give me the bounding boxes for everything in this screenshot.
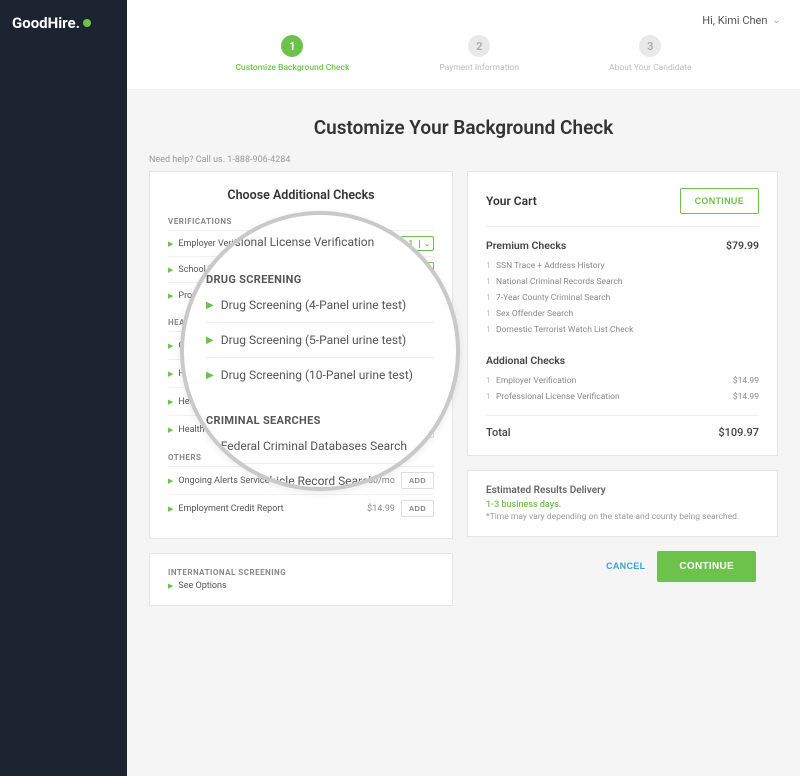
triangle-right-icon: ▶	[168, 266, 173, 274]
cart-item: Employer Verification$14.99	[486, 373, 759, 389]
triangle-right-icon: ▶	[168, 370, 173, 378]
cancel-button[interactable]: CANCEL	[606, 561, 645, 571]
step-number-icon: 1	[281, 35, 303, 57]
cart-item: National Criminal Records Search	[486, 274, 759, 290]
mag-crim-row[interactable]: ▶Federal Criminal Databases Search	[206, 429, 434, 464]
cart-item: Professional License Verification$14.99	[486, 389, 759, 405]
step-label: About Your Candidate	[609, 63, 692, 73]
mag-drug-row[interactable]: ▶Drug Screening (4-Panel urine test)	[206, 288, 434, 323]
mag-fragment: fessional License Verification	[218, 233, 434, 255]
mag-drug-row[interactable]: ▶Drug Screening (5-Panel urine test)	[206, 323, 434, 358]
steps: 1 Customize Background Check 2 Payment In…	[127, 31, 800, 90]
step[interactable]: 2 Payment Information	[439, 35, 519, 73]
triangle-right-icon: ▶	[206, 335, 214, 346]
triangle-right-icon: ▶	[168, 426, 173, 434]
cart-item: 7-Year County Criminal Search	[486, 290, 759, 306]
step-number-icon: 2	[468, 35, 490, 57]
total-label: Total	[486, 426, 511, 439]
page-title: Customize Your Background Check	[127, 116, 800, 139]
triangle-right-icon: ▶	[168, 342, 173, 350]
check-item-name[interactable]: ▶Employment Credit Report	[168, 504, 361, 514]
delivery-note: *Time may vary depending on the state an…	[486, 512, 759, 524]
total-value: $109.97	[718, 426, 759, 439]
topbar: Hi, Kimi Chen ⌄	[127, 0, 800, 31]
bottom-actions: CANCEL CONTINUE	[467, 551, 778, 582]
check-item-row: ▶Employment Credit Report $14.99 ADD	[168, 494, 434, 522]
additional-header: Addional Checks	[486, 354, 565, 367]
mag-drug-row[interactable]: ▶Drug Screening (10-Panel urine test)	[206, 358, 434, 392]
intl-see-options[interactable]: ▶ See Options	[168, 581, 434, 591]
delivery-panel: Estimated Results Delivery 1-3 business …	[467, 470, 778, 537]
user-greeting[interactable]: Hi, Kimi Chen	[702, 14, 767, 27]
triangle-right-icon: ▶	[168, 240, 173, 248]
triangle-right-icon: ▶	[206, 300, 214, 311]
triangle-right-icon: ▶	[168, 398, 173, 406]
step[interactable]: 1 Customize Background Check	[235, 35, 349, 73]
cart-panel: Your Cart CONTINUE Premium Checks $79.99…	[467, 171, 778, 456]
triangle-right-icon: ▶	[168, 505, 173, 513]
right-column: Your Cart CONTINUE Premium Checks $79.99…	[467, 171, 778, 582]
logo: GoodHire.	[0, 0, 127, 46]
mag-drug-header: DRUG SCREENING	[206, 273, 434, 286]
intl-panel: INTERNATIONAL SCREENING ▶ See Options	[149, 553, 453, 606]
logo-text: GoodHire.	[12, 14, 80, 32]
triangle-right-icon: ▶	[168, 582, 173, 590]
step[interactable]: 3 About Your Candidate	[609, 35, 692, 73]
chevron-down-icon[interactable]: ⌄	[772, 16, 780, 26]
cart-continue-button[interactable]: CONTINUE	[680, 188, 759, 214]
delivery-days: 1-3 business days.	[486, 500, 759, 510]
premium-price: $79.99	[726, 239, 759, 252]
magnifier-overlay: fessional License Verification DRUG SCRE…	[180, 211, 460, 491]
mag-crim-header: CRIMINAL SEARCHES	[206, 414, 434, 427]
triangle-right-icon: ▶	[168, 292, 173, 300]
logo-dot-icon	[83, 19, 91, 27]
premium-header: Premium Checks	[486, 239, 566, 252]
step-label: Customize Background Check	[235, 63, 349, 73]
checks-panel-title: Choose Additional Checks	[168, 188, 434, 203]
cart-item: Domestic Terrorist Watch List Check	[486, 322, 759, 338]
triangle-right-icon: ▶	[206, 370, 214, 381]
add-button[interactable]: ADD	[401, 500, 434, 517]
triangle-right-icon: ▶	[168, 477, 173, 485]
chevron-down-icon: ⌄	[419, 240, 430, 248]
sidebar: GoodHire.	[0, 0, 127, 776]
step-label: Payment Information	[439, 63, 519, 73]
cart-item: Sex Offender Search	[486, 306, 759, 322]
help-text: Need help? Call us. 1-888-906-4284	[149, 155, 800, 165]
check-item-price: $14.99	[367, 504, 395, 514]
continue-button[interactable]: CONTINUE	[657, 551, 756, 582]
cart-item: SSN Trace + Address History	[486, 258, 759, 274]
step-number-icon: 3	[639, 35, 661, 57]
cart-title: Your Cart	[486, 194, 537, 208]
intl-header: INTERNATIONAL SCREENING	[168, 568, 434, 577]
delivery-header: Estimated Results Delivery	[486, 485, 759, 496]
add-button[interactable]: ADD	[401, 472, 434, 489]
